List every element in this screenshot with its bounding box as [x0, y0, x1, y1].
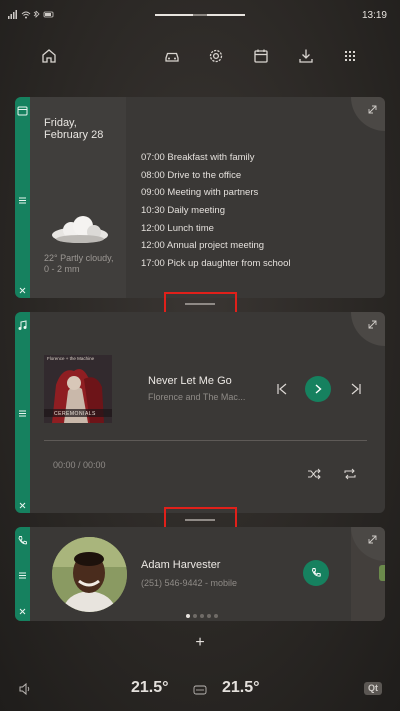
event-title: Meeting with partners [167, 187, 259, 199]
top-indicator [155, 14, 193, 16]
temperature-right[interactable]: 21.5° [222, 679, 260, 697]
expand-button[interactable] [351, 97, 385, 131]
page-indicator[interactable] [186, 605, 226, 618]
previous-track-button[interactable] [275, 382, 289, 396]
album-art: Florence + the Machine CEREMONIALS [44, 355, 112, 423]
event-item[interactable]: 07:00 Breakfast with family [141, 152, 341, 170]
next-contact-peek[interactable] [379, 565, 385, 581]
event-time: 12:00 [141, 222, 165, 234]
close-icon[interactable] [17, 283, 28, 294]
page-dot[interactable] [207, 614, 211, 618]
add-widget-button[interactable]: + [193, 634, 207, 652]
shuffle-button[interactable] [307, 467, 321, 481]
event-title: Drive to the office [167, 169, 242, 181]
temperature-left[interactable]: 21.5° [131, 679, 169, 697]
weather-rain: 0 - 2 mm [44, 264, 80, 274]
event-item[interactable]: 12:00 Lunch time [141, 223, 341, 241]
phone-icon [311, 568, 321, 577]
top-indicator [193, 14, 207, 16]
drag-handle-icon[interactable] [17, 568, 28, 579]
repeat-icon [344, 468, 356, 480]
track-title: Never Let Me Go [148, 375, 232, 387]
signal-icon [8, 10, 54, 19]
climate-button[interactable] [193, 683, 207, 695]
home-icon[interactable] [38, 45, 60, 67]
page-dot[interactable] [193, 614, 197, 618]
play-button[interactable] [305, 376, 331, 402]
expand-button[interactable] [351, 312, 385, 346]
download-icon[interactable] [295, 45, 317, 67]
calendar-icon[interactable] [250, 45, 272, 67]
event-time: 09:00 [141, 187, 165, 199]
repeat-button[interactable] [343, 467, 357, 481]
signal-icons [8, 10, 54, 21]
top-indicator [207, 14, 245, 16]
weather-text: 22° Partly cloudy, [44, 253, 114, 263]
event-title: Lunch time [167, 222, 214, 234]
apps-grid-icon[interactable] [339, 45, 361, 67]
contact-avatar [52, 537, 127, 612]
date-weekday: Friday, [44, 117, 77, 129]
event-item[interactable]: 17:00 Pick up daughter from school [141, 258, 341, 276]
expand-icon [368, 105, 377, 114]
event-title: Daily meeting [167, 205, 225, 217]
event-list: 07:00 Breakfast with family 08:00 Drive … [141, 152, 341, 276]
calendar-icon [17, 103, 28, 116]
volume-button[interactable] [18, 682, 32, 696]
expand-icon [368, 535, 377, 544]
event-item[interactable]: 10:30 Daily meeting [141, 205, 341, 223]
drag-handle-icon[interactable] [17, 193, 28, 204]
calendar-widget[interactable]: Friday, February 28 22° Partly cloudy, 0… [15, 97, 385, 298]
event-time: 17:00 [141, 258, 165, 270]
call-button[interactable] [303, 560, 329, 586]
cloud-icon [49, 215, 111, 245]
qt-logo: Qt [364, 682, 382, 695]
track-artist: Florence and The Mac... [148, 392, 246, 402]
skip-next-icon [351, 383, 361, 395]
event-time: 10:30 [141, 205, 165, 217]
contact-name: Adam Harvester [141, 559, 221, 571]
event-title: Annual project meeting [166, 240, 265, 252]
contact-number: (251) 546-9442 - mobile [141, 578, 238, 588]
event-item[interactable]: 12:00 Annual project meeting [141, 240, 341, 258]
status-bar: 13:19 [0, 0, 400, 30]
music-note-icon [17, 318, 28, 330]
fan-icon [193, 685, 207, 695]
event-time: 08:00 [141, 169, 165, 181]
page-dot[interactable] [186, 614, 190, 618]
music-widget[interactable]: Florence + the Machine CEREMONIALS Never… [15, 312, 385, 513]
car-icon[interactable] [161, 45, 183, 67]
event-time: 07:00 [141, 152, 165, 163]
page-dot[interactable] [214, 614, 218, 618]
phone-icon [17, 533, 28, 545]
progress-bar[interactable] [44, 440, 367, 441]
next-track-button[interactable] [349, 382, 363, 396]
skip-previous-icon [277, 383, 287, 395]
event-item[interactable]: 09:00 Meeting with partners [141, 187, 341, 205]
close-icon[interactable] [17, 498, 28, 509]
speaker-icon [19, 682, 30, 696]
date-day: February 28 [44, 129, 104, 141]
shuffle-icon [308, 468, 321, 480]
close-icon[interactable] [17, 604, 28, 615]
expand-icon [368, 320, 377, 329]
play-icon [315, 384, 322, 394]
event-time: 12:00 [141, 240, 165, 252]
event-title: Pick up daughter from school [167, 258, 291, 270]
album-title: Florence + the Machine [47, 356, 95, 361]
playback-time: 00:00 / 00:00 [53, 460, 106, 470]
event-item[interactable]: 08:00 Drive to the office [141, 170, 341, 188]
drag-handle-icon[interactable] [17, 406, 28, 417]
album-caption: CEREMONIALS [54, 411, 96, 417]
gear-icon[interactable] [205, 45, 227, 67]
phone-widget[interactable]: Adam Harvester (251) 546-9442 - mobile [15, 527, 385, 621]
clock: 13:19 [361, 10, 387, 21]
event-title: Breakfast with family [167, 152, 255, 163]
page-dot[interactable] [200, 614, 204, 618]
